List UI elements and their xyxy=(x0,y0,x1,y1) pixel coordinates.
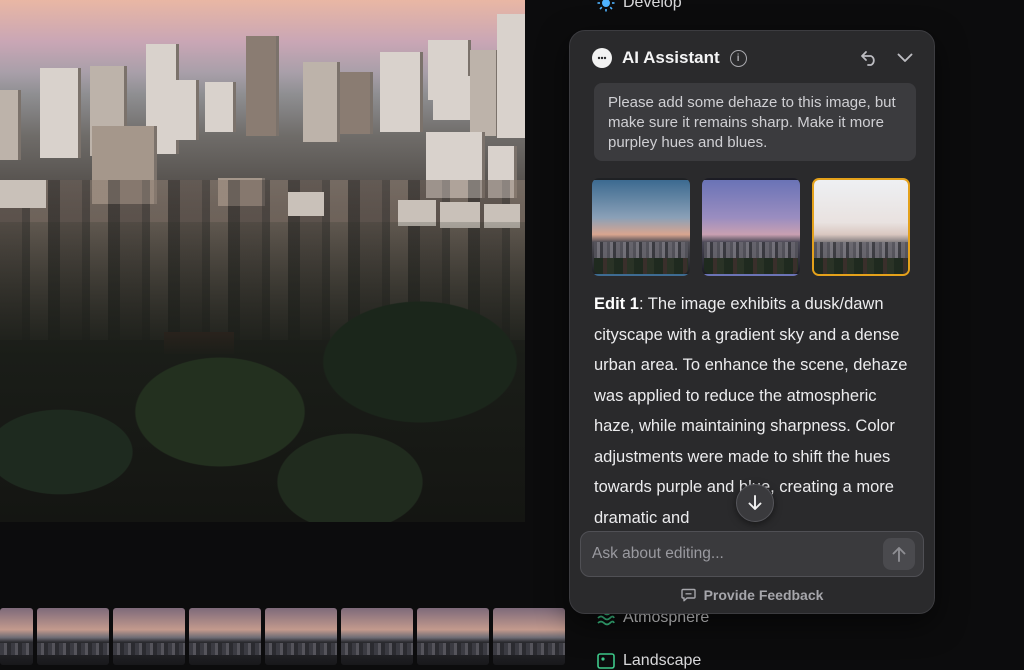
panel-title: AI Assistant xyxy=(622,48,720,67)
building xyxy=(205,82,236,132)
sidebar-item-label: Landscape xyxy=(623,652,702,669)
sidebar-item-label: Develop xyxy=(623,0,682,11)
user-prompt-message: Please add some dehaze to this image, bu… xyxy=(594,83,916,161)
building xyxy=(340,72,373,134)
feedback-label: Provide Feedback xyxy=(703,587,824,603)
house xyxy=(288,192,324,216)
ai-assistant-panel: AI Assistant i Please add some dehaze to… xyxy=(569,30,935,614)
landscape-icon xyxy=(597,652,615,670)
ask-input-box xyxy=(580,531,924,577)
undo-button[interactable] xyxy=(858,47,880,69)
chevron-down-icon xyxy=(897,53,913,62)
filmstrip-thumbnail[interactable] xyxy=(113,608,185,665)
info-icon[interactable]: i xyxy=(729,49,747,67)
filmstrip xyxy=(0,608,575,665)
provide-feedback-link[interactable]: Provide Feedback xyxy=(570,587,934,603)
building xyxy=(40,68,81,158)
canvas-gutter xyxy=(525,0,569,665)
ask-input[interactable] xyxy=(590,544,883,564)
variant-thumbnail-1[interactable] xyxy=(592,178,690,276)
ai-assistant-header: AI Assistant i xyxy=(592,47,916,69)
sidebar-item-landscape[interactable]: Landscape xyxy=(597,652,701,670)
filmstrip-thumbnail[interactable] xyxy=(189,608,261,665)
building xyxy=(160,80,199,140)
filmstrip-thumbnail[interactable] xyxy=(341,608,413,665)
building xyxy=(303,62,340,142)
variant-thumbnail-3-selected[interactable] xyxy=(812,178,910,276)
building xyxy=(380,52,423,132)
edit-variants xyxy=(592,178,910,276)
undo-icon xyxy=(861,51,875,66)
building xyxy=(470,50,499,136)
filmstrip-thumbnail[interactable] xyxy=(37,608,109,665)
filmstrip-thumbnail[interactable] xyxy=(0,608,33,665)
chat-bubble-icon xyxy=(592,48,612,68)
main-photo-preview xyxy=(0,0,525,522)
trees xyxy=(0,222,525,522)
sun-icon xyxy=(597,0,615,12)
sidebar-item-develop[interactable]: Develop xyxy=(597,0,682,12)
send-button[interactable] xyxy=(883,538,915,570)
house xyxy=(0,180,46,208)
building xyxy=(246,36,279,136)
feedback-icon xyxy=(680,588,696,602)
arrow-up-icon xyxy=(892,547,906,562)
filmstrip-thumbnail[interactable] xyxy=(417,608,489,665)
collapse-button[interactable] xyxy=(894,47,916,69)
building xyxy=(0,90,21,160)
variant-thumbnail-2[interactable] xyxy=(702,178,800,276)
arrow-down-icon xyxy=(748,495,762,510)
building xyxy=(497,14,525,138)
answer-title: Edit 1 xyxy=(594,295,639,313)
scroll-down-button[interactable] xyxy=(736,484,774,522)
filmstrip-thumbnail[interactable] xyxy=(493,608,565,665)
filmstrip-thumbnail[interactable] xyxy=(265,608,337,665)
